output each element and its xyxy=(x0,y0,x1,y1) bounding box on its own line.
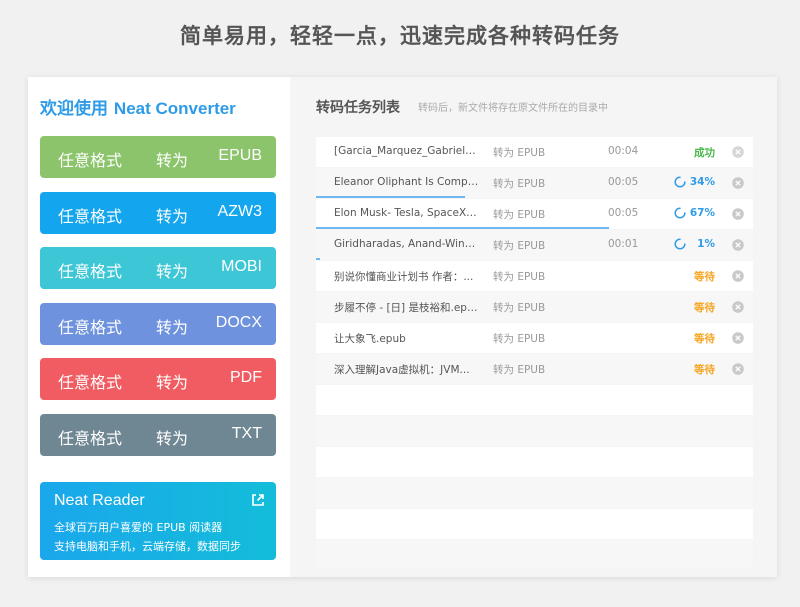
task-list-hint: 转码后，新文件将存在原文件所在的目录中 xyxy=(418,103,608,114)
loading-spinner-icon xyxy=(674,207,686,219)
close-icon[interactable] xyxy=(732,239,744,251)
close-icon[interactable] xyxy=(732,363,744,375)
task-row[interactable]: 别说你懂商业计划书 作者：... 转为 EPUB 等待 xyxy=(316,261,753,291)
empty-row xyxy=(316,540,753,567)
task-status: 67% xyxy=(689,207,715,219)
task-status: 等待 xyxy=(694,364,715,376)
task-row[interactable]: 让大象飞.epub 转为 EPUB 等待 xyxy=(316,323,753,353)
task-status: 等待 xyxy=(694,271,715,283)
reader-desc-1: 全球百万用户喜爱的 EPUB 阅读器 xyxy=(54,521,223,534)
button-convert-label: 转为 xyxy=(156,373,189,392)
button-format-label: DOCX xyxy=(215,313,262,331)
task-file-name: 深入理解Java虚拟机：JVM... xyxy=(334,364,470,376)
button-source-label: 任意格式 xyxy=(58,317,123,337)
task-target-format: 转为 EPUB xyxy=(493,364,546,376)
close-icon[interactable] xyxy=(732,208,744,220)
task-file-name: [Garcia_Marquez_Gabriel]_... xyxy=(334,145,479,157)
task-progress-bar xyxy=(316,227,609,229)
task-file-name: 步履不停 - [日] 是枝裕和.epub xyxy=(334,302,479,314)
button-convert-label: 转为 xyxy=(156,262,189,281)
task-progress-bar xyxy=(316,196,465,198)
external-link-icon[interactable] xyxy=(250,492,266,508)
button-convert-label: 转为 xyxy=(156,428,189,448)
convert-to-docx-button[interactable]: 任意格式 转为 DOCX xyxy=(40,302,276,345)
task-file-name: 让大象飞.epub xyxy=(334,333,406,345)
task-target-format: 转为 EPUB xyxy=(493,147,546,159)
task-status: 等待 xyxy=(694,302,715,314)
task-row[interactable]: 步履不停 - [日] 是枝裕和.epub 转为 EPUB 等待 xyxy=(316,292,753,322)
button-source-label: 任意格式 xyxy=(58,206,123,226)
button-format-label: TXT xyxy=(231,424,262,442)
task-elapsed-time: 00:01 xyxy=(608,238,639,250)
task-elapsed-time: 00:05 xyxy=(608,207,639,219)
task-elapsed-time: 00:05 xyxy=(608,176,639,188)
button-source-label: 任意格式 xyxy=(58,262,123,281)
task-target-format: 转为 EPUB xyxy=(493,178,546,190)
task-list-title: 转码任务列表 xyxy=(316,100,400,116)
button-format-label: PDF xyxy=(230,369,262,386)
convert-to-pdf-button[interactable]: 任意格式 转为 PDF xyxy=(40,358,276,400)
convert-to-mobi-button[interactable]: 任意格式 转为 MOBI xyxy=(40,247,276,289)
task-target-format: 转为 EPUB xyxy=(493,302,546,314)
task-row[interactable]: [Garcia_Marquez_Gabriel]_... 转为 EPUB 00:04… xyxy=(316,137,753,167)
neat-reader-card[interactable]: Neat Reader 全球百万用户喜爱的 EPUB 阅读器 支持电脑和手机，云… xyxy=(40,482,276,560)
task-target-format: 转为 EPUB xyxy=(493,240,546,252)
close-icon[interactable] xyxy=(732,332,744,344)
task-status: 成功 xyxy=(694,147,715,159)
button-convert-label: 转为 xyxy=(156,151,189,170)
task-row[interactable]: Eleanor Oliphant Is Comple... 转为 EPUB 00:0… xyxy=(316,168,753,198)
task-elapsed-time: 00:04 xyxy=(608,145,639,157)
welcome-brand: Neat Converter xyxy=(113,99,236,118)
task-file-name: Elon Musk- Tesla, SpaceX, ... xyxy=(334,207,479,219)
task-target-format: 转为 EPUB xyxy=(493,333,546,345)
button-format-label: EPUB xyxy=(218,147,262,164)
button-convert-label: 转为 xyxy=(156,317,189,337)
task-status: 1% xyxy=(697,238,715,250)
headline: 简单易用，轻轻一点，迅速完成各种转码任务 xyxy=(180,24,620,48)
convert-to-epub-button[interactable]: 任意格式 转为 EPUB xyxy=(40,136,276,178)
sidebar: 欢迎使用 Neat Converter 任意格式 转为 EPUB 任意格式 转为 AZW3… xyxy=(28,77,290,577)
close-icon[interactable] xyxy=(732,177,744,189)
close-icon[interactable] xyxy=(732,270,744,282)
task-target-format: 转为 EPUB xyxy=(493,271,546,283)
task-progress-bar xyxy=(316,258,321,260)
convert-to-txt-button[interactable]: 任意格式 转为 TXT xyxy=(40,413,276,456)
task-status: 34% xyxy=(689,176,715,188)
button-format-label: MOBI xyxy=(221,258,262,275)
button-source-label: 任意格式 xyxy=(58,428,123,448)
reader-desc-2: 支持电脑和手机，云端存储，数据同步 xyxy=(54,540,241,553)
empty-row xyxy=(316,416,753,446)
app-window: 欢迎使用 Neat Converter 任意格式 转为 EPUB 任意格式 转为 AZW3… xyxy=(28,77,777,577)
task-row[interactable]: Giridharadas, Anand-Winn... 转为 EPUB 00:01 1… xyxy=(316,230,753,260)
close-icon[interactable] xyxy=(732,146,744,158)
task-row[interactable]: 深入理解Java虚拟机：JVM... 转为 EPUB 等待 xyxy=(316,354,753,384)
reader-title: Neat Reader xyxy=(54,492,145,509)
empty-row xyxy=(316,447,753,477)
welcome-title: 欢迎使用 Neat Converter xyxy=(40,94,236,119)
task-row[interactable]: Elon Musk- Tesla, SpaceX, ... 转为 EPUB 00:0… xyxy=(316,199,753,229)
empty-row xyxy=(316,509,753,539)
welcome-prefix: 欢迎使用 xyxy=(40,99,114,119)
task-file-name: Eleanor Oliphant Is Comple... xyxy=(334,176,479,188)
task-list: [Garcia_Marquez_Gabriel]_... 转为 EPUB 00:04… xyxy=(316,137,753,567)
button-format-label: AZW3 xyxy=(217,202,262,220)
task-status: 等待 xyxy=(694,333,715,345)
empty-row xyxy=(316,478,753,508)
task-file-name: Giridharadas, Anand-Winn... xyxy=(334,238,479,250)
convert-to-azw3-button[interactable]: 任意格式 转为 AZW3 xyxy=(40,191,276,234)
task-file-name: 别说你懂商业计划书 作者：... xyxy=(334,271,474,283)
loading-spinner-icon xyxy=(674,238,686,250)
loading-spinner-icon xyxy=(674,176,686,188)
button-source-label: 任意格式 xyxy=(58,151,123,170)
empty-row xyxy=(316,385,753,415)
button-convert-label: 转为 xyxy=(156,206,189,226)
task-panel: 转码任务列表 转码后，新文件将存在原文件所在的目录中 [Garcia_Marqu… xyxy=(290,77,777,577)
button-source-label: 任意格式 xyxy=(58,373,123,392)
close-icon[interactable] xyxy=(732,301,744,313)
task-target-format: 转为 EPUB xyxy=(493,209,546,221)
